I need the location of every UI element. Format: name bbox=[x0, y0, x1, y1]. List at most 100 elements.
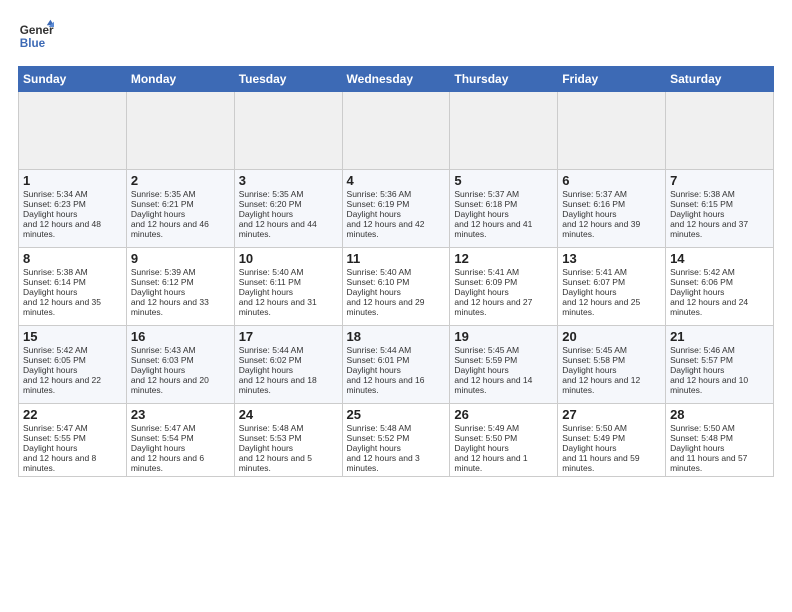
day-number: 3 bbox=[239, 173, 338, 188]
day-info: Sunrise: 5:49 AMSunset: 5:50 PMDaylight … bbox=[454, 423, 527, 473]
day-number: 28 bbox=[670, 407, 769, 422]
table-row: 15Sunrise: 5:42 AMSunset: 6:05 PMDayligh… bbox=[19, 326, 127, 404]
calendar-week-1 bbox=[19, 92, 774, 170]
day-number: 11 bbox=[347, 251, 446, 266]
day-info: Sunrise: 5:48 AMSunset: 5:52 PMDaylight … bbox=[347, 423, 420, 473]
day-number: 5 bbox=[454, 173, 553, 188]
table-row: 27Sunrise: 5:50 AMSunset: 5:49 PMDayligh… bbox=[558, 404, 666, 477]
day-number: 6 bbox=[562, 173, 661, 188]
page-container: General Blue Sunday Monday Tuesday Wedne… bbox=[0, 0, 792, 487]
day-number: 27 bbox=[562, 407, 661, 422]
day-number: 19 bbox=[454, 329, 553, 344]
day-info: Sunrise: 5:45 AMSunset: 5:58 PMDaylight … bbox=[562, 345, 640, 395]
table-row: 5Sunrise: 5:37 AMSunset: 6:18 PMDaylight… bbox=[450, 170, 558, 248]
table-row: 19Sunrise: 5:45 AMSunset: 5:59 PMDayligh… bbox=[450, 326, 558, 404]
day-number: 26 bbox=[454, 407, 553, 422]
day-number: 17 bbox=[239, 329, 338, 344]
day-info: Sunrise: 5:42 AMSunset: 6:05 PMDaylight … bbox=[23, 345, 101, 395]
table-row bbox=[558, 92, 666, 170]
day-info: Sunrise: 5:40 AMSunset: 6:10 PMDaylight … bbox=[347, 267, 425, 317]
day-number: 12 bbox=[454, 251, 553, 266]
page-header: General Blue bbox=[18, 18, 774, 54]
day-info: Sunrise: 5:35 AMSunset: 6:20 PMDaylight … bbox=[239, 189, 317, 239]
table-row bbox=[450, 92, 558, 170]
day-info: Sunrise: 5:41 AMSunset: 6:07 PMDaylight … bbox=[562, 267, 640, 317]
table-row bbox=[666, 92, 774, 170]
table-row: 20Sunrise: 5:45 AMSunset: 5:58 PMDayligh… bbox=[558, 326, 666, 404]
table-row: 6Sunrise: 5:37 AMSunset: 6:16 PMDaylight… bbox=[558, 170, 666, 248]
table-row: 28Sunrise: 5:50 AMSunset: 5:48 PMDayligh… bbox=[666, 404, 774, 477]
day-info: Sunrise: 5:43 AMSunset: 6:03 PMDaylight … bbox=[131, 345, 209, 395]
calendar-week-3: 8Sunrise: 5:38 AMSunset: 6:14 PMDaylight… bbox=[19, 248, 774, 326]
table-row bbox=[126, 92, 234, 170]
day-info: Sunrise: 5:50 AMSunset: 5:48 PMDaylight … bbox=[670, 423, 747, 473]
day-number: 21 bbox=[670, 329, 769, 344]
table-row: 4Sunrise: 5:36 AMSunset: 6:19 PMDaylight… bbox=[342, 170, 450, 248]
day-number: 23 bbox=[131, 407, 230, 422]
col-saturday: Saturday bbox=[666, 67, 774, 92]
table-row: 22Sunrise: 5:47 AMSunset: 5:55 PMDayligh… bbox=[19, 404, 127, 477]
day-info: Sunrise: 5:41 AMSunset: 6:09 PMDaylight … bbox=[454, 267, 532, 317]
table-row: 3Sunrise: 5:35 AMSunset: 6:20 PMDaylight… bbox=[234, 170, 342, 248]
calendar-table: Sunday Monday Tuesday Wednesday Thursday… bbox=[18, 66, 774, 477]
calendar-week-4: 15Sunrise: 5:42 AMSunset: 6:05 PMDayligh… bbox=[19, 326, 774, 404]
col-friday: Friday bbox=[558, 67, 666, 92]
calendar-body: 1Sunrise: 5:34 AMSunset: 6:23 PMDaylight… bbox=[19, 92, 774, 477]
day-info: Sunrise: 5:38 AMSunset: 6:15 PMDaylight … bbox=[670, 189, 748, 239]
day-info: Sunrise: 5:44 AMSunset: 6:02 PMDaylight … bbox=[239, 345, 317, 395]
day-number: 4 bbox=[347, 173, 446, 188]
col-thursday: Thursday bbox=[450, 67, 558, 92]
day-info: Sunrise: 5:46 AMSunset: 5:57 PMDaylight … bbox=[670, 345, 748, 395]
table-row: 17Sunrise: 5:44 AMSunset: 6:02 PMDayligh… bbox=[234, 326, 342, 404]
day-info: Sunrise: 5:37 AMSunset: 6:18 PMDaylight … bbox=[454, 189, 532, 239]
day-info: Sunrise: 5:36 AMSunset: 6:19 PMDaylight … bbox=[347, 189, 425, 239]
table-row: 24Sunrise: 5:48 AMSunset: 5:53 PMDayligh… bbox=[234, 404, 342, 477]
table-row: 14Sunrise: 5:42 AMSunset: 6:06 PMDayligh… bbox=[666, 248, 774, 326]
day-number: 16 bbox=[131, 329, 230, 344]
table-row: 1Sunrise: 5:34 AMSunset: 6:23 PMDaylight… bbox=[19, 170, 127, 248]
logo-icon: General Blue bbox=[18, 18, 54, 54]
col-monday: Monday bbox=[126, 67, 234, 92]
day-info: Sunrise: 5:45 AMSunset: 5:59 PMDaylight … bbox=[454, 345, 532, 395]
table-row: 11Sunrise: 5:40 AMSunset: 6:10 PMDayligh… bbox=[342, 248, 450, 326]
day-number: 7 bbox=[670, 173, 769, 188]
col-sunday: Sunday bbox=[19, 67, 127, 92]
table-row bbox=[342, 92, 450, 170]
table-row: 10Sunrise: 5:40 AMSunset: 6:11 PMDayligh… bbox=[234, 248, 342, 326]
table-row: 23Sunrise: 5:47 AMSunset: 5:54 PMDayligh… bbox=[126, 404, 234, 477]
day-info: Sunrise: 5:38 AMSunset: 6:14 PMDaylight … bbox=[23, 267, 101, 317]
table-row: 2Sunrise: 5:35 AMSunset: 6:21 PMDaylight… bbox=[126, 170, 234, 248]
table-row: 7Sunrise: 5:38 AMSunset: 6:15 PMDaylight… bbox=[666, 170, 774, 248]
table-row: 18Sunrise: 5:44 AMSunset: 6:01 PMDayligh… bbox=[342, 326, 450, 404]
table-row bbox=[19, 92, 127, 170]
day-number: 24 bbox=[239, 407, 338, 422]
col-wednesday: Wednesday bbox=[342, 67, 450, 92]
table-row: 13Sunrise: 5:41 AMSunset: 6:07 PMDayligh… bbox=[558, 248, 666, 326]
day-number: 15 bbox=[23, 329, 122, 344]
day-number: 20 bbox=[562, 329, 661, 344]
table-row: 16Sunrise: 5:43 AMSunset: 6:03 PMDayligh… bbox=[126, 326, 234, 404]
day-number: 8 bbox=[23, 251, 122, 266]
svg-text:Blue: Blue bbox=[20, 37, 46, 50]
calendar-header-row: Sunday Monday Tuesday Wednesday Thursday… bbox=[19, 67, 774, 92]
day-info: Sunrise: 5:39 AMSunset: 6:12 PMDaylight … bbox=[131, 267, 209, 317]
day-number: 14 bbox=[670, 251, 769, 266]
day-number: 2 bbox=[131, 173, 230, 188]
table-row: 21Sunrise: 5:46 AMSunset: 5:57 PMDayligh… bbox=[666, 326, 774, 404]
table-row: 8Sunrise: 5:38 AMSunset: 6:14 PMDaylight… bbox=[19, 248, 127, 326]
table-row: 12Sunrise: 5:41 AMSunset: 6:09 PMDayligh… bbox=[450, 248, 558, 326]
day-info: Sunrise: 5:34 AMSunset: 6:23 PMDaylight … bbox=[23, 189, 101, 239]
day-number: 18 bbox=[347, 329, 446, 344]
table-row bbox=[234, 92, 342, 170]
table-row: 9Sunrise: 5:39 AMSunset: 6:12 PMDaylight… bbox=[126, 248, 234, 326]
table-row: 25Sunrise: 5:48 AMSunset: 5:52 PMDayligh… bbox=[342, 404, 450, 477]
day-info: Sunrise: 5:40 AMSunset: 6:11 PMDaylight … bbox=[239, 267, 317, 317]
day-info: Sunrise: 5:44 AMSunset: 6:01 PMDaylight … bbox=[347, 345, 425, 395]
col-tuesday: Tuesday bbox=[234, 67, 342, 92]
day-info: Sunrise: 5:37 AMSunset: 6:16 PMDaylight … bbox=[562, 189, 640, 239]
day-info: Sunrise: 5:50 AMSunset: 5:49 PMDaylight … bbox=[562, 423, 639, 473]
day-number: 22 bbox=[23, 407, 122, 422]
day-info: Sunrise: 5:42 AMSunset: 6:06 PMDaylight … bbox=[670, 267, 748, 317]
table-row: 26Sunrise: 5:49 AMSunset: 5:50 PMDayligh… bbox=[450, 404, 558, 477]
calendar-week-5: 22Sunrise: 5:47 AMSunset: 5:55 PMDayligh… bbox=[19, 404, 774, 477]
